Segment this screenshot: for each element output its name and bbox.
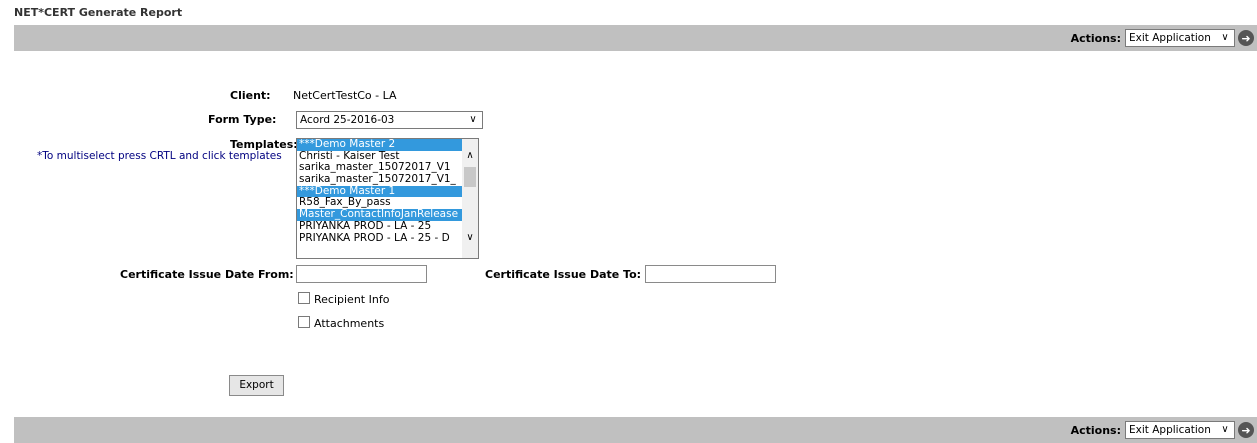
templates-scrollbar[interactable]: ∧ ∨	[462, 139, 478, 258]
scroll-down-icon[interactable]: ∨	[462, 231, 478, 245]
templates-listbox[interactable]: ***Demo Master 2 Christi - Kaiser Test sar…	[296, 138, 479, 259]
recipient-info-checkbox[interactable]	[298, 292, 310, 304]
actions-label: Actions:	[1070, 423, 1121, 437]
templates-hint: *To multiselect press CRTL and click tem…	[37, 150, 282, 162]
date-to-label: Certificate Issue Date To:	[485, 268, 642, 281]
template-option[interactable]: R58_Fax_By_pass	[297, 197, 463, 209]
export-button[interactable]: Export	[229, 375, 284, 396]
go-arrow-icon[interactable]: ➜	[1238, 422, 1254, 438]
actions-select-value: Exit Application	[1129, 424, 1211, 436]
client-value: NetCertTestCo - LA	[293, 89, 397, 102]
form-type-select[interactable]: Acord 25-2016-03 ∨	[296, 111, 483, 129]
chevron-down-icon: ∨	[1221, 32, 1229, 43]
templates-list: ***Demo Master 2 Christi - Kaiser Test sar…	[297, 139, 463, 244]
bottom-action-bar: Actions: Exit Application ∨ ➜	[14, 417, 1257, 443]
template-option[interactable]: PRIYANKA PROD - LA - 25 - D	[297, 233, 463, 245]
actions-select-value: Exit Application	[1129, 32, 1211, 44]
page-title: NET*CERT Generate Report	[14, 6, 183, 19]
top-action-bar: Actions: Exit Application ∨ ➜	[14, 25, 1257, 51]
chevron-down-icon: ∨	[469, 114, 477, 125]
template-option[interactable]: sarika_master_15072017_V1_	[297, 174, 463, 186]
attachments-label: Attachments	[314, 317, 385, 330]
template-option[interactable]: PRIYANKA PROD - LA - 25	[297, 221, 463, 233]
client-label: Client:	[230, 89, 271, 102]
actions-select[interactable]: Exit Application ∨	[1125, 29, 1235, 47]
go-arrow-icon[interactable]: ➜	[1238, 30, 1254, 46]
top-actions-group: Actions: Exit Application ∨ ➜	[1071, 29, 1254, 47]
template-option[interactable]: Master_ContactInfoJanRelease	[297, 209, 463, 221]
scroll-thumb[interactable]	[464, 167, 476, 187]
scroll-up-icon[interactable]: ∧	[462, 149, 478, 163]
template-option[interactable]: ***Demo Master 2	[297, 139, 463, 151]
template-option[interactable]: sarika_master_15072017_V1	[297, 162, 463, 174]
template-option[interactable]: Christi - Kaiser Test	[297, 151, 463, 163]
actions-select[interactable]: Exit Application ∨	[1125, 421, 1235, 439]
form-type-label: Form Type:	[208, 113, 277, 126]
date-from-label: Certificate Issue Date From:	[120, 268, 294, 281]
form-type-value: Acord 25-2016-03	[300, 114, 395, 126]
attachments-checkbox[interactable]	[298, 316, 310, 328]
template-option[interactable]: ***Demo Master 1	[297, 185, 463, 198]
date-from-input[interactable]	[296, 265, 427, 283]
date-to-input[interactable]	[645, 265, 776, 283]
bottom-actions-group: Actions: Exit Application ∨ ➜	[1071, 421, 1254, 439]
actions-label: Actions:	[1070, 31, 1121, 45]
recipient-info-label: Recipient Info	[314, 293, 390, 306]
chevron-down-icon: ∨	[1221, 424, 1229, 435]
